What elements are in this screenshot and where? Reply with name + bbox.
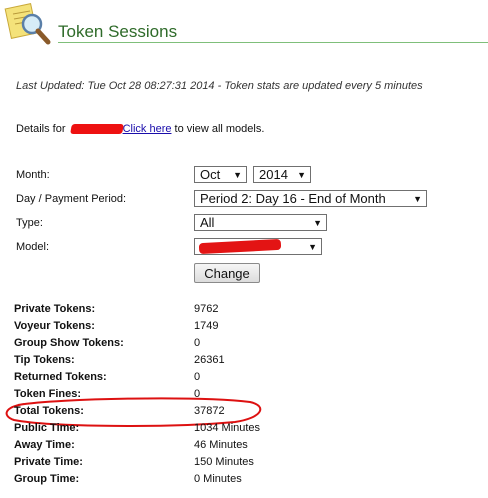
page-header: Token Sessions [0, 0, 488, 48]
stat-value: 1034 Minutes [194, 422, 261, 434]
type-select[interactable]: All ▼ [194, 214, 327, 231]
month-label: Month: [16, 169, 50, 181]
month-select-value: Oct [200, 167, 221, 182]
stat-label: Private Time: [14, 456, 83, 468]
period-label: Day / Payment Period: [16, 193, 127, 205]
stat-row: Public Time: 1034 Minutes [14, 422, 414, 438]
type-select-value: All [200, 215, 215, 230]
dropdown-arrow-icon: ▼ [413, 194, 422, 204]
stat-label: Token Fines: [14, 388, 82, 400]
stat-label: Total Tokens: [14, 405, 84, 417]
stat-label: Private Tokens: [14, 303, 96, 315]
redacted-model-name [69, 124, 124, 135]
change-button[interactable]: Change [194, 263, 260, 283]
month-select[interactable]: Oct ▼ [194, 166, 247, 183]
stat-row: Away Time: 46 Minutes [14, 439, 414, 455]
stat-row: Group Show Tokens: 0 [14, 337, 414, 353]
dropdown-arrow-icon: ▼ [233, 170, 242, 180]
header-divider [58, 42, 488, 43]
type-label: Type: [16, 217, 43, 229]
stat-label: Group Time: [14, 473, 80, 485]
stat-value: 26361 [194, 354, 225, 366]
stat-row: Tip Tokens: 26361 [14, 354, 414, 370]
stat-value: 46 Minutes [194, 439, 248, 451]
stat-row: Returned Tokens: 0 [14, 371, 414, 387]
stat-label: Returned Tokens: [14, 371, 107, 383]
stat-value: 0 [194, 371, 201, 383]
last-updated-text: Last Updated: Tue Oct 28 08:27:31 2014 -… [16, 80, 423, 92]
stat-value: 150 Minutes [194, 456, 254, 468]
dropdown-arrow-icon: ▼ [297, 170, 306, 180]
stat-label: Tip Tokens: [14, 354, 75, 366]
page-title: Token Sessions [58, 22, 178, 41]
dropdown-arrow-icon: ▼ [308, 242, 317, 252]
details-prefix: Details for [16, 123, 69, 135]
stat-value: 1749 [194, 320, 219, 332]
year-select[interactable]: 2014 ▼ [253, 166, 311, 183]
period-select[interactable]: Period 2: Day 16 - End of Month ▼ [194, 190, 427, 207]
model-select[interactable]: ▼ [194, 238, 322, 255]
stat-row: Total Tokens: 37872 [14, 405, 414, 421]
stat-value: 0 Minutes [194, 473, 242, 485]
stat-label: Away Time: [14, 439, 75, 451]
stat-value: 37872 [194, 405, 225, 417]
stat-label: Group Show Tokens: [14, 337, 124, 349]
stat-row: Voyeur Tokens: 1749 [14, 320, 414, 336]
year-select-value: 2014 [259, 167, 288, 182]
dropdown-arrow-icon: ▼ [313, 218, 322, 228]
stat-value: 9762 [194, 303, 219, 315]
stat-row: Token Fines: 0 [14, 388, 414, 404]
model-label: Model: [16, 241, 50, 253]
period-select-value: Period 2: Day 16 - End of Month [200, 191, 386, 206]
magnifier-on-paper-icon [4, 2, 54, 46]
stat-label: Public Time: [14, 422, 80, 434]
view-all-models-link[interactable]: Click here [123, 123, 172, 135]
redacted-model-value [198, 239, 282, 254]
details-line: Details for Click here to view all model… [16, 123, 264, 135]
stat-value: 0 [194, 388, 201, 400]
stat-value: 0 [194, 337, 201, 349]
stat-row: Group Time: 0 Minutes [14, 473, 414, 489]
stat-row: Private Time: 150 Minutes [14, 456, 414, 472]
details-suffix: to view all models. [171, 123, 265, 135]
stat-row: Private Tokens: 9762 [14, 303, 414, 319]
stat-label: Voyeur Tokens: [14, 320, 95, 332]
